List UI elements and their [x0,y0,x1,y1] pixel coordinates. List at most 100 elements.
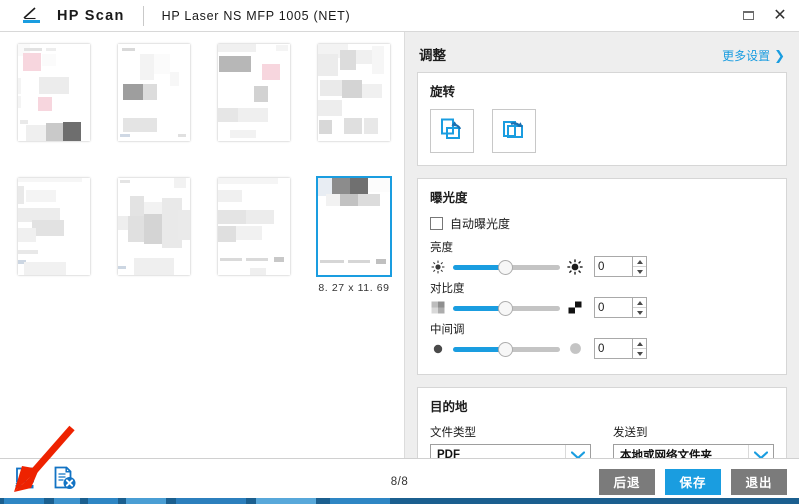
destination-fields: 文件类型 PDF 发送到 本地或网络文件夹 [430,424,774,458]
delete-page-icon [51,465,79,498]
thumbnail-item[interactable] [104,40,204,170]
exposure-card: 曝光度 自动曝光度 亮度 0 对比度 0 中间调 0 [417,178,787,375]
page-preview[interactable] [118,44,190,141]
chevron-down-icon[interactable] [565,445,590,458]
thumbnail-item[interactable] [104,174,204,304]
add-scan-button[interactable] [12,467,42,497]
title-bar: HP Scan HP Laser NS MFP 1005 (NET) ✕ [0,0,799,32]
more-settings-link[interactable]: 更多设置 ❯ [722,47,785,64]
contrast-slider-thumb[interactable] [498,300,513,316]
thumbnail-pane: 8. 27 x 11. 69 [0,32,405,458]
destination-title: 目的地 [430,400,468,414]
page-preview-selected[interactable] [316,176,392,277]
thumbnail-item-selected[interactable]: 8. 27 x 11. 69 [304,174,404,304]
thumbnail-item[interactable] [4,174,104,304]
bottom-right-actions: 后退 保存 退出 [599,468,787,495]
rotate-right-icon [501,116,527,147]
brightness-slider-thumb[interactable] [498,259,513,275]
brightness-decrement[interactable] [633,266,646,276]
add-scan-icon [13,465,41,498]
page-preview[interactable] [118,178,190,275]
contrast-slider[interactable] [453,300,560,316]
send-to-label: 发送到 [613,427,648,439]
chevron-down-icon[interactable] [748,445,773,458]
hp-scan-window: HP Scan HP Laser NS MFP 1005 (NET) ✕ 8. … [0,0,799,504]
device-name: HP Laser NS MFP 1005 (NET) [161,8,351,23]
chevron-right-icon: ❯ [774,48,785,63]
auto-exposure-label: 自动曝光度 [450,217,511,231]
save-button[interactable]: 保存 [665,468,721,495]
midtones-slider[interactable] [453,341,560,357]
contrast-stepper[interactable]: 0 [594,297,647,318]
close-icon[interactable]: ✕ [769,5,791,27]
midtones-value[interactable]: 0 [594,338,632,359]
contrast-low-icon [430,300,446,316]
page-preview[interactable] [218,44,290,141]
rotate-left-icon [439,116,465,147]
exit-button[interactable]: 退出 [731,468,787,495]
page-dimensions: 8. 27 x 11. 69 [318,282,390,294]
send-to-select[interactable]: 本地或网络文件夹 [613,444,774,458]
thumbnail-item[interactable] [204,174,304,304]
back-button[interactable]: 后退 [599,468,655,495]
rotate-left-button[interactable] [430,109,474,153]
midtone-dark-icon [430,341,446,357]
file-type-label: 文件类型 [430,427,476,439]
main-body: 8. 27 x 11. 69 调整 更多设置 ❯ 旋转 曝光度 自动曝光度 亮度… [0,32,799,458]
contrast-increment[interactable] [633,298,646,307]
midtones-slider-thumb[interactable] [498,341,513,357]
contrast-value[interactable]: 0 [594,297,632,318]
destination-card: 目的地 文件类型 PDF 发送到 本地或网络文件夹 [417,387,787,458]
file-type-field: 文件类型 PDF [430,424,591,458]
titlebar-divider [142,5,144,26]
midtones-label: 中间调 [430,324,465,336]
rotate-card: 旋转 [417,72,787,166]
brand-area: HP Scan [22,7,125,24]
thumbnail-grid: 8. 27 x 11. 69 [0,32,404,304]
delete-page-button[interactable] [50,465,80,498]
contrast-high-icon [567,300,583,316]
page-preview[interactable] [218,178,290,275]
send-to-field: 发送到 本地或网络文件夹 [613,424,774,458]
taskbar-sliver [0,498,799,504]
auto-exposure-checkbox[interactable] [430,217,443,230]
midtones-stepper[interactable]: 0 [594,338,647,359]
contrast-row: 0 [430,297,774,318]
settings-title: 调整 [419,48,446,63]
midtones-decrement[interactable] [633,348,646,358]
thumbnail-item[interactable] [304,40,404,170]
settings-header: 调整 更多设置 ❯ [419,44,785,64]
rotate-right-button[interactable] [492,109,536,153]
brightness-increment[interactable] [633,257,646,266]
brightness-value[interactable]: 0 [594,256,632,277]
rotate-buttons [430,109,774,153]
brightness-stepper[interactable]: 0 [594,256,647,277]
scanner-logo-icon [22,7,48,24]
file-type-value: PDF [437,449,460,458]
auto-exposure-row[interactable]: 自动曝光度 [430,215,774,232]
brightness-slider[interactable] [453,259,560,275]
midtones-row: 0 [430,338,774,359]
midtone-light-icon [567,341,583,357]
brightness-high-icon [567,258,583,275]
midtones-increment[interactable] [633,339,646,348]
more-settings-label: 更多设置 [722,49,771,63]
thumbnail-item[interactable] [4,40,104,170]
bottom-left-actions [12,465,80,498]
rotate-title: 旋转 [430,85,456,99]
send-to-value: 本地或网络文件夹 [620,450,712,458]
window-controls: ✕ [737,0,791,31]
page-preview[interactable] [318,44,390,141]
exposure-title: 曝光度 [430,191,468,205]
app-title: HP Scan [57,7,125,24]
page-preview[interactable] [18,44,90,141]
minimize-icon[interactable] [737,5,759,27]
file-type-select[interactable]: PDF [430,444,591,458]
settings-pane: 调整 更多设置 ❯ 旋转 曝光度 自动曝光度 亮度 0 对比度 0 中间调 0 … [405,32,799,458]
page-preview[interactable] [18,178,90,275]
contrast-label: 对比度 [430,283,465,295]
brightness-low-icon [430,259,446,275]
thumbnail-item[interactable] [204,40,304,170]
contrast-decrement[interactable] [633,307,646,317]
brightness-row: 0 [430,256,774,277]
